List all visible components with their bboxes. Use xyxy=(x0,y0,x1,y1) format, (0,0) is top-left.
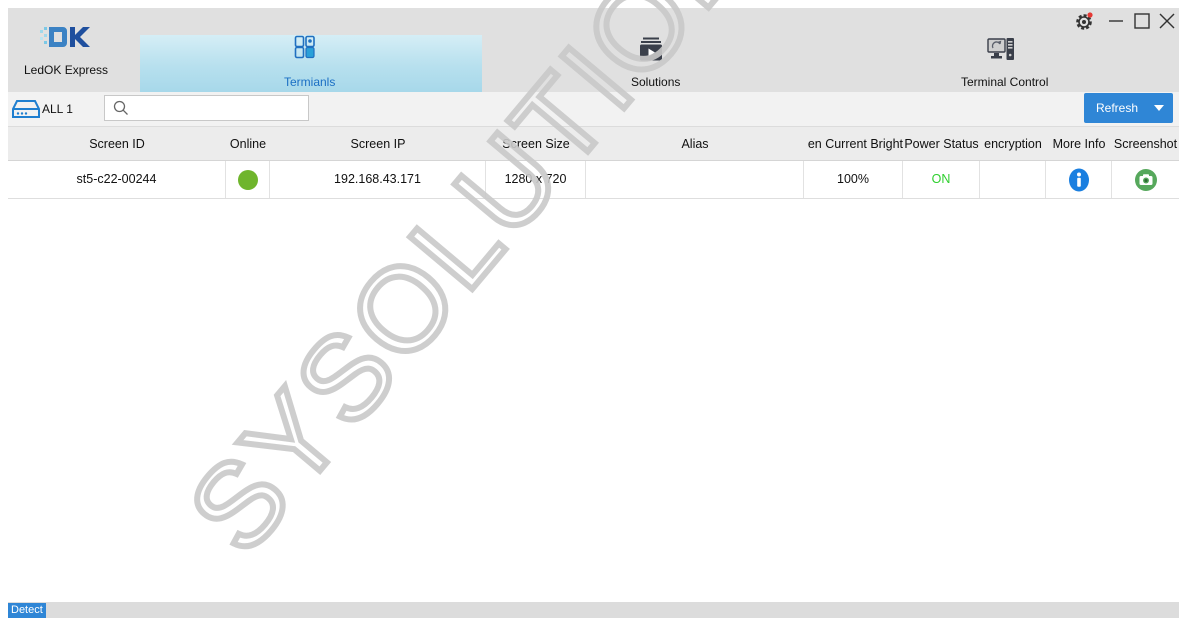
tab-solutions[interactable]: Solutions xyxy=(482,35,830,92)
table-header: Screen ID Online Screen IP Screen Size A… xyxy=(8,127,1179,161)
terminals-icon xyxy=(294,35,315,59)
search-input[interactable] xyxy=(135,98,305,118)
chevron-down-icon[interactable] xyxy=(1154,105,1164,111)
tab-solutions-label: Solutions xyxy=(631,75,681,89)
column-header-encryption[interactable]: encryption xyxy=(980,127,1046,161)
cell-more-info xyxy=(1046,161,1112,198)
camera-icon[interactable] xyxy=(1134,168,1158,192)
minimize-icon[interactable] xyxy=(1105,10,1127,32)
group-label[interactable]: ALL 1 xyxy=(42,102,73,116)
close-icon[interactable] xyxy=(1156,10,1178,32)
terminal-toolbar: ALL 1 Refresh xyxy=(8,92,1179,127)
cell-online xyxy=(226,161,270,198)
app-name-label: LedOK Express xyxy=(24,63,109,77)
status-bar: Detect xyxy=(8,602,1179,618)
app-window: LedOK Express Termianls Solutions Termin… xyxy=(8,8,1179,618)
tab-terminal-control-label: Terminal Control xyxy=(961,75,1049,89)
cell-power-status: ON xyxy=(903,161,980,198)
column-header-online[interactable]: Online xyxy=(226,127,270,161)
column-header-more-info[interactable]: More Info xyxy=(1046,127,1112,161)
detect-button[interactable]: Detect xyxy=(8,603,46,618)
refresh-label: Refresh xyxy=(1096,101,1139,115)
window-controls xyxy=(1039,8,1179,34)
info-icon[interactable] xyxy=(1067,168,1091,192)
column-header-screen-size[interactable]: Screen Size xyxy=(486,127,586,161)
refresh-button[interactable]: Refresh xyxy=(1084,93,1173,123)
solutions-play-icon xyxy=(640,37,662,61)
column-header-screen-id[interactable]: Screen ID xyxy=(8,127,226,161)
search-field[interactable] xyxy=(104,95,309,121)
terminal-group-icon[interactable] xyxy=(11,99,41,119)
column-header-brightness-label: en Current Bright xyxy=(807,137,903,151)
tab-terminal-control[interactable]: Terminal Control xyxy=(830,35,1179,92)
table-row[interactable]: st5-c22-00244 192.168.43.171 1280 x 720 … xyxy=(8,161,1179,199)
column-header-brightness[interactable]: en Current Bright xyxy=(804,127,903,161)
cell-brightness: 100% xyxy=(804,161,903,198)
column-header-power-status[interactable]: Power Status xyxy=(903,127,980,161)
cell-screen-size: 1280 x 720 xyxy=(486,161,586,198)
ledok-logo-icon xyxy=(40,27,90,47)
cell-alias[interactable] xyxy=(586,161,804,198)
cell-screen-ip: 192.168.43.171 xyxy=(270,161,486,198)
terminal-control-icon xyxy=(987,38,1014,60)
cell-screen-id: st5-c22-00244 xyxy=(8,161,226,198)
online-status-dot-icon xyxy=(237,169,258,190)
column-header-alias[interactable]: Alias xyxy=(586,127,804,161)
cell-encryption xyxy=(980,161,1046,198)
app-logo: LedOK Express xyxy=(8,8,140,92)
column-header-screenshot[interactable]: Screenshot xyxy=(1112,127,1179,161)
tab-terminals[interactable]: Termianls xyxy=(140,35,482,92)
top-navigation-bar: LedOK Express Termianls Solutions Termin… xyxy=(8,8,1179,92)
search-icon xyxy=(113,100,128,115)
column-header-screen-ip[interactable]: Screen IP xyxy=(270,127,486,161)
cell-screenshot xyxy=(1112,161,1179,198)
maximize-icon[interactable] xyxy=(1131,10,1153,32)
tab-terminals-label: Termianls xyxy=(284,75,336,89)
settings-gear-icon[interactable] xyxy=(1073,10,1095,32)
